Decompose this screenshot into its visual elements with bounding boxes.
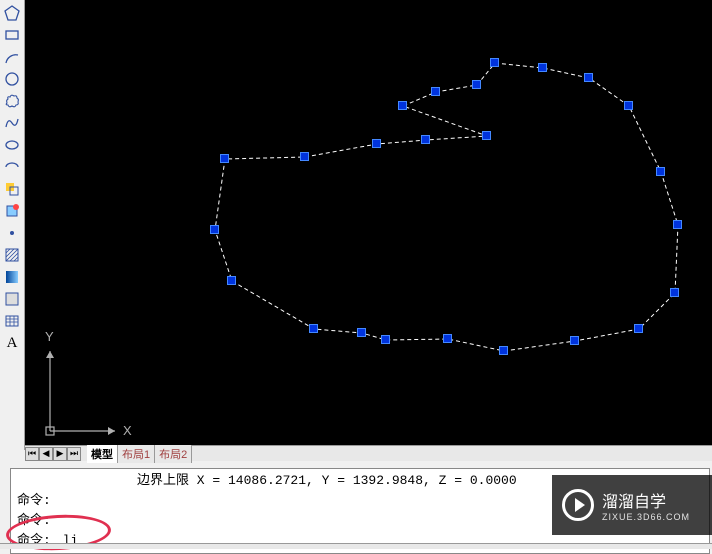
spline-tool[interactable] bbox=[1, 112, 23, 134]
grip-point[interactable] bbox=[624, 101, 633, 110]
model-tab[interactable]: 模型 bbox=[87, 445, 118, 463]
ellipse-arc-tool[interactable] bbox=[1, 156, 23, 178]
grip-point[interactable] bbox=[381, 335, 390, 344]
make-block-tool[interactable] bbox=[1, 200, 23, 222]
selected-polyline[interactable] bbox=[25, 0, 712, 453]
grip-point[interactable] bbox=[431, 87, 440, 96]
grip-point[interactable] bbox=[482, 131, 491, 140]
play-icon bbox=[562, 489, 594, 521]
layout2-tab[interactable]: 布局2 bbox=[155, 445, 192, 463]
grip-point[interactable] bbox=[372, 139, 381, 148]
grip-point[interactable] bbox=[300, 152, 309, 161]
grip-point[interactable] bbox=[570, 336, 579, 345]
layout1-tab[interactable]: 布局1 bbox=[118, 445, 155, 463]
grip-point[interactable] bbox=[499, 346, 508, 355]
grip-point[interactable] bbox=[443, 334, 452, 343]
hatch-tool[interactable] bbox=[1, 244, 23, 266]
grip-point[interactable] bbox=[490, 58, 499, 67]
watermark-badge: 溜溜自学 ZIXUE.3D66.COM bbox=[552, 475, 712, 535]
watermark-title: 溜溜自学 bbox=[602, 488, 690, 512]
status-bar bbox=[0, 543, 712, 549]
grip-point[interactable] bbox=[357, 328, 366, 337]
rectangle-tool[interactable] bbox=[1, 24, 23, 46]
gradient-tool[interactable] bbox=[1, 266, 23, 288]
grip-point[interactable] bbox=[584, 73, 593, 82]
grip-point[interactable] bbox=[398, 101, 407, 110]
grip-point[interactable] bbox=[210, 225, 219, 234]
region-tool[interactable] bbox=[1, 288, 23, 310]
grip-point[interactable] bbox=[220, 154, 229, 163]
layout-tab-bar: ⏮ ◀ ▶ ⏭ 模型 布局1 布局2 bbox=[25, 445, 712, 461]
first-tab-button[interactable]: ⏮ bbox=[25, 447, 39, 461]
model-space-viewport[interactable]: X Y bbox=[25, 0, 712, 453]
polygon-tool[interactable] bbox=[1, 2, 23, 24]
grip-point[interactable] bbox=[472, 80, 481, 89]
grip-point[interactable] bbox=[309, 324, 318, 333]
next-tab-button[interactable]: ▶ bbox=[53, 447, 67, 461]
point-tool[interactable] bbox=[1, 222, 23, 244]
grip-point[interactable] bbox=[673, 220, 682, 229]
grip-point[interactable] bbox=[421, 135, 430, 144]
grip-point[interactable] bbox=[538, 63, 547, 72]
text-tool[interactable]: A bbox=[1, 332, 23, 354]
last-tab-button[interactable]: ⏭ bbox=[67, 447, 81, 461]
grip-point[interactable] bbox=[634, 324, 643, 333]
grip-point[interactable] bbox=[656, 167, 665, 176]
arc-tool[interactable] bbox=[1, 46, 23, 68]
grip-point[interactable] bbox=[670, 288, 679, 297]
ellipse-tool[interactable] bbox=[1, 134, 23, 156]
draw-toolbar: A bbox=[0, 0, 25, 450]
watermark-subtitle: ZIXUE.3D66.COM bbox=[602, 512, 690, 522]
table-tool[interactable] bbox=[1, 310, 23, 332]
prev-tab-button[interactable]: ◀ bbox=[39, 447, 53, 461]
grip-point[interactable] bbox=[227, 276, 236, 285]
circle-tool[interactable] bbox=[1, 68, 23, 90]
block-tool[interactable] bbox=[1, 178, 23, 200]
revcloud-tool[interactable] bbox=[1, 90, 23, 112]
